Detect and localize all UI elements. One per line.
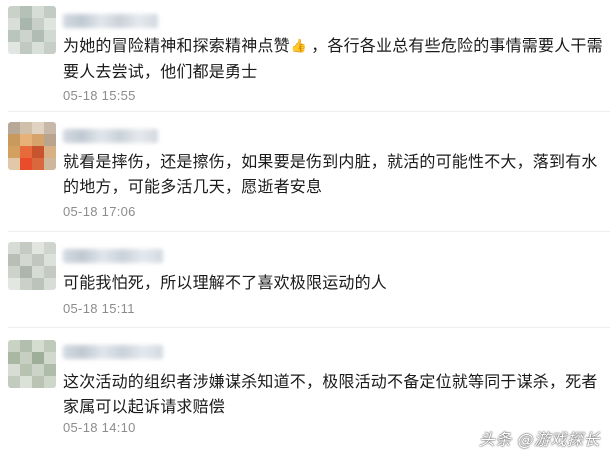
comment-time: 05-18 17:06 (63, 204, 136, 219)
comment-item: 为她的冒险精神和探索精神点赞👍 ，各行各业总有些危险的事情需要人干需要人去尝试，他… (0, 0, 610, 112)
avatar[interactable] (8, 6, 56, 54)
comment-time: 05-18 15:11 (63, 301, 135, 316)
watermark: 头条 @游戏探长 (478, 430, 600, 449)
username[interactable] (63, 249, 163, 263)
avatar[interactable] (8, 340, 56, 388)
comment-text: 就看是摔伤，还是擦伤，如果要是伤到内脏，就活的可能性不大，落到有水的地方，可能多… (63, 152, 598, 196)
comment-item: 就看是摔伤，还是擦伤，如果要是伤到内脏，就活的可能性不大，落到有水的地方，可能多… (0, 112, 610, 232)
thumbs-up-icon: 👍 (290, 39, 308, 54)
comment-time: 05-18 14:10 (63, 420, 136, 435)
comment-text: 这次活动的组织者涉嫌谋杀知道不，极限活动不备定位就等同于谋杀，死者家属可以起诉请… (63, 372, 598, 416)
avatar[interactable] (8, 122, 56, 170)
username[interactable] (63, 129, 158, 143)
comment-item: 可能我怕死，所以理解不了喜欢极限运动的人 05-18 15:11 (0, 232, 610, 328)
comment-time: 05-18 15:55 (63, 88, 136, 103)
username[interactable] (63, 14, 158, 28)
username[interactable] (63, 345, 163, 359)
comment-text: 为她的冒险精神和探索精神点赞👍 ，各行各业总有些危险的事情需要人干需要人去尝试，他… (63, 36, 603, 81)
avatar[interactable] (8, 242, 56, 290)
comment-text: 可能我怕死，所以理解不了喜欢极限运动的人 (63, 273, 388, 292)
